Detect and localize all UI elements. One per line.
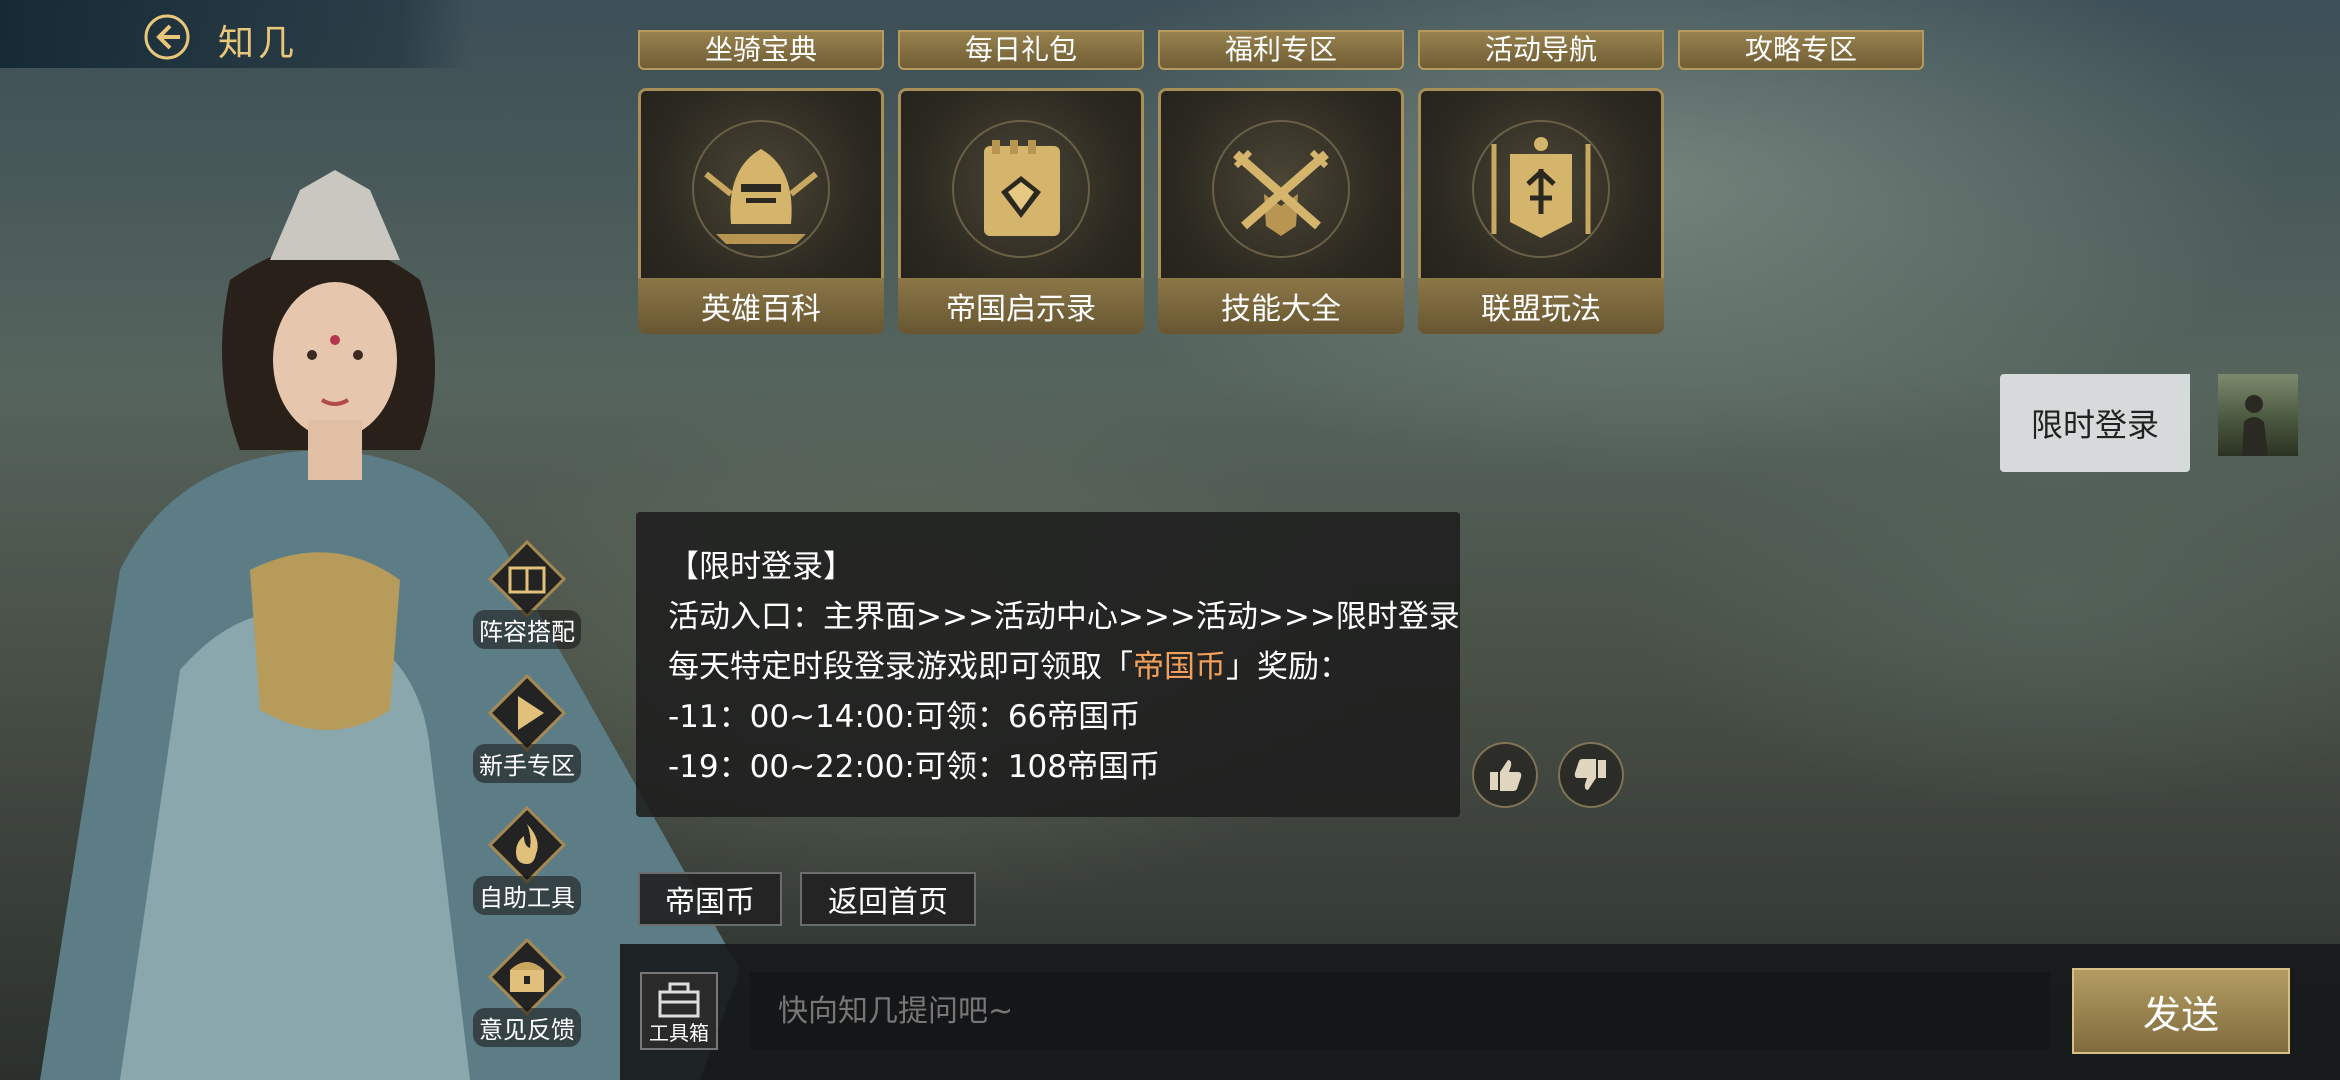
card-alliance-gameplay[interactable]: 联盟玩法 [1418,88,1664,334]
answer-title: 【限时登录】 [668,549,854,585]
answer-text: 每天特定时段登录游戏即可领取「 [668,649,1133,685]
treasure-chest-icon [487,937,567,1017]
card-daily-gift[interactable]: 每日礼包 [898,30,1144,70]
card-label: 联盟玩法 [1418,278,1664,334]
banner-icon [1472,120,1610,258]
gem-notebook-icon [952,120,1090,258]
feature-card-row: 英雄百科 帝国启示录 技能大全 联盟玩法 [638,88,1664,334]
thumbs-up-button[interactable] [1472,742,1538,808]
formation-book-icon [487,539,567,619]
back-arrow-icon[interactable] [142,12,192,62]
crossed-swords-icon [1212,120,1350,258]
card-event-nav[interactable]: 活动导航 [1418,30,1664,70]
question-input[interactable] [750,972,2050,1050]
card-skill-compendium[interactable]: 技能大全 [1158,88,1404,334]
card-label: 技能大全 [1158,278,1404,334]
assistant-message-bubble: 【限时登录】 活动入口：主界面>>>活动中心>>>活动>>>限时登录 每天特定时… [636,512,1460,817]
card-mount-guide[interactable]: 坐骑宝典 [638,30,884,70]
flame-icon [487,805,567,885]
page-title: 知几 [218,23,299,64]
top-card-row: 坐骑宝典 每日礼包 福利专区 活动导航 攻略专区 [638,30,1924,70]
side-menu-formation[interactable]: 阵容搭配 [472,538,582,649]
thumbs-down-icon [1574,759,1606,790]
side-menu-label: 阵容搭配 [473,610,581,649]
toolbox-button[interactable]: 工具箱 [640,972,718,1050]
side-menu-label: 新手专区 [473,744,581,783]
card-label: 坐骑宝典 [704,33,817,66]
avatar[interactable] [2218,374,2298,456]
card-label: 帝国启示录 [898,278,1144,334]
user-message-text: 限时登录 [2030,406,2159,444]
card-label: 每日礼包 [964,33,1077,66]
chip-label: 返回首页 [828,885,948,920]
thumbs-down-button[interactable] [1558,742,1624,808]
quick-reply-home[interactable]: 返回首页 [800,872,976,926]
side-menu-self-service[interactable]: 自助工具 [472,804,582,915]
toolbox-label: 工具箱 [649,1021,709,1045]
answer-time-slot-2: -19：00~22:00:可领：108帝国币 [668,749,1161,785]
user-message-bubble: 限时登录 [2000,374,2190,472]
side-menu-feedback[interactable]: 意见反馈 [472,936,582,1047]
side-menu-label: 自助工具 [473,876,581,915]
card-label: 福利专区 [1224,33,1337,66]
answer-reward-description: 每天特定时段登录游戏即可领取「帝国币」奖励： [668,642,1428,692]
side-menu-label: 意见反馈 [473,1008,581,1047]
card-empire-revelation[interactable]: 帝国启示录 [898,88,1144,334]
card-strategy[interactable]: 攻略专区 [1678,30,1924,70]
side-menu-newbie[interactable]: 新手专区 [472,672,582,783]
answer-entry-path: 活动入口：主界面>>>活动中心>>>活动>>>限时登录 [668,599,1460,635]
quick-reply-currency[interactable]: 帝国币 [638,872,782,926]
card-label: 攻略专区 [1744,33,1857,66]
send-button[interactable]: 发送 [2072,968,2290,1054]
thumbs-up-icon [1490,760,1522,791]
answer-text: 」奖励： [1226,649,1350,685]
card-label: 活动导航 [1484,33,1597,66]
toolbox-icon [658,982,700,1018]
answer-time-slot-1: -11：00~14:00:可领：66帝国币 [668,699,1141,735]
send-label: 发送 [2142,992,2219,1037]
chip-label: 帝国币 [665,885,755,920]
play-arrow-icon [487,673,567,753]
currency-link[interactable]: 帝国币 [1133,649,1226,685]
card-welfare[interactable]: 福利专区 [1158,30,1404,70]
